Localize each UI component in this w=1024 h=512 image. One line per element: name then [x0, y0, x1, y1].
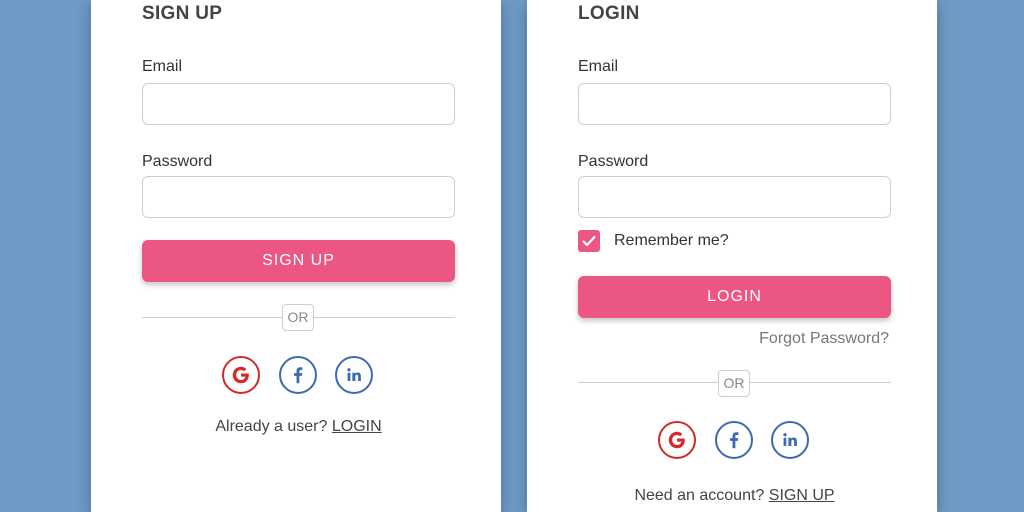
login-card: LOGIN Email Password Remember me? LOGIN … — [527, 0, 937, 512]
login-or-badge: OR — [718, 370, 750, 397]
signup-email-input[interactable] — [142, 83, 455, 125]
remember-me-checkbox[interactable] — [578, 230, 600, 252]
signup-title: SIGN UP — [142, 3, 223, 24]
facebook-icon — [294, 367, 303, 384]
linkedin-icon — [347, 368, 361, 381]
signup-card: SIGN UP Email Password SIGN UP OR Alread… — [91, 0, 501, 512]
signup-facebook-button[interactable] — [279, 356, 317, 394]
login-footer-text: Need an account? — [634, 487, 769, 504]
remember-me-label: Remember me? — [614, 232, 729, 249]
google-icon — [668, 431, 685, 449]
signup-google-button[interactable] — [222, 356, 260, 394]
signup-footer: Already a user? LOGIN — [142, 418, 455, 436]
signup-button[interactable]: SIGN UP — [142, 240, 455, 282]
login-password-input[interactable] — [578, 176, 891, 218]
login-email-label: Email — [578, 58, 619, 75]
signup-footer-text: Already a user? — [215, 418, 332, 435]
signup-email-label: Email — [142, 58, 183, 75]
login-facebook-button[interactable] — [715, 421, 753, 459]
login-linkedin-button[interactable] — [771, 421, 809, 459]
signup-password-label: Password — [142, 153, 213, 170]
remember-me-row: Remember me? — [578, 230, 729, 252]
login-email-input[interactable] — [578, 83, 891, 125]
signup-link[interactable]: SIGN UP — [769, 487, 835, 504]
forgot-password-link[interactable]: Forgot Password? — [759, 330, 889, 348]
facebook-icon — [730, 432, 739, 449]
signup-or-badge: OR — [282, 304, 314, 331]
google-icon — [232, 366, 249, 384]
login-button[interactable]: LOGIN — [578, 276, 891, 318]
login-footer: Need an account? SIGN UP — [578, 487, 891, 505]
login-google-button[interactable] — [658, 421, 696, 459]
login-link[interactable]: LOGIN — [332, 418, 382, 435]
login-title: LOGIN — [578, 3, 640, 24]
login-password-label: Password — [578, 153, 649, 170]
linkedin-icon — [783, 433, 797, 446]
signup-password-input[interactable] — [142, 176, 455, 218]
signup-linkedin-button[interactable] — [335, 356, 373, 394]
checkmark-icon — [582, 235, 596, 247]
